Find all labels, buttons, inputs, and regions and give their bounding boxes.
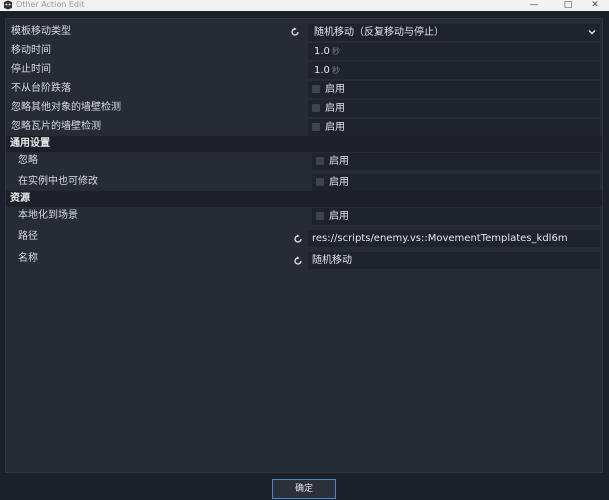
- template-type-dropdown[interactable]: 随机移动（反复移动与停止）: [308, 24, 600, 41]
- ignore-object-wall-label: 忽略其他对象的墙壁检测: [11, 102, 121, 113]
- close-button[interactable]: ✕: [581, 0, 609, 10]
- row-no-fall: 不从台阶跌落 启用: [6, 81, 602, 99]
- properties-panel: 模板移动类型 随机移动（反复移动与停止） 移动时间 1.0 秒 停止时间 1.0…: [5, 18, 603, 473]
- ignore-label: 忽略: [18, 155, 38, 166]
- minimize-button[interactable]: —: [520, 0, 548, 10]
- localize-to-scene-checkbox[interactable]: 启用: [312, 208, 600, 225]
- ignore-tile-wall-label: 忽略瓦片的墙壁检测: [11, 121, 101, 132]
- ignore-object-wall-check-label: 启用: [325, 103, 345, 114]
- checkbox-box: [312, 123, 320, 131]
- section-resource-title: 资源: [10, 193, 30, 204]
- row-ignore-tile-wall: 忽略瓦片的墙壁检测 启用: [6, 119, 602, 137]
- localize-to-scene-label: 本地化到场景: [18, 210, 78, 221]
- reset-icon[interactable]: [290, 27, 300, 37]
- row-stop-time: 停止时间 1.0 秒: [6, 62, 602, 80]
- window-title: Other Action Edit: [16, 0, 85, 9]
- ignore-checkbox[interactable]: 启用: [312, 153, 600, 170]
- path-value: res://scripts/enemy.vs::MovementTemplate…: [312, 233, 568, 244]
- ignore-check-label: 启用: [329, 156, 349, 167]
- path-label: 路径: [18, 231, 38, 242]
- ok-button[interactable]: 确定: [272, 479, 336, 499]
- ignore-tile-wall-check-label: 启用: [325, 122, 345, 133]
- name-label: 名称: [18, 253, 38, 264]
- stop-time-label: 停止时间: [11, 64, 51, 75]
- name-field[interactable]: 随机移动: [308, 252, 600, 269]
- reset-icon[interactable]: [293, 256, 303, 266]
- move-time-label: 移动时间: [11, 45, 51, 56]
- move-time-spinbox[interactable]: 1.0 秒: [308, 43, 600, 60]
- template-type-label: 模板移动类型: [11, 26, 71, 37]
- row-move-time: 移动时间 1.0 秒: [6, 43, 602, 61]
- move-time-unit: 秒: [332, 47, 340, 56]
- stop-time-value: 1.0: [314, 65, 330, 76]
- template-type-value: 随机移动（反复移动与停止）: [314, 27, 444, 38]
- checkbox-box: [316, 178, 324, 186]
- stop-time-unit: 秒: [332, 66, 340, 75]
- checkbox-box: [312, 104, 320, 112]
- stop-time-spinbox[interactable]: 1.0 秒: [308, 62, 600, 79]
- maximize-button[interactable]: □: [554, 0, 582, 10]
- ignore-object-wall-checkbox[interactable]: 启用: [308, 100, 600, 117]
- editable-in-instance-label: 在实例中也可修改: [18, 176, 98, 187]
- row-editable-in-instance: 在实例中也可修改 启用: [6, 174, 602, 192]
- checkbox-box: [312, 85, 320, 93]
- reset-icon[interactable]: [293, 234, 303, 244]
- editable-in-instance-check-label: 启用: [329, 177, 349, 188]
- checkbox-box: [316, 157, 324, 165]
- editable-in-instance-checkbox[interactable]: 启用: [312, 174, 600, 191]
- godot-app-icon: [4, 0, 12, 10]
- checkbox-box: [316, 212, 324, 220]
- row-path: 路径 res://scripts/enemy.vs::MovementTempl…: [6, 229, 602, 247]
- row-ignore-object-wall: 忽略其他对象的墙壁检测 启用: [6, 100, 602, 118]
- name-value: 随机移动: [312, 255, 352, 266]
- no-fall-checkbox[interactable]: 启用: [308, 81, 600, 98]
- move-time-value: 1.0: [314, 46, 330, 57]
- row-template-type: 模板移动类型 随机移动（反复移动与停止）: [6, 24, 602, 42]
- window-titlebar: Other Action Edit — □ ✕: [0, 0, 609, 11]
- localize-to-scene-check-label: 启用: [329, 211, 349, 222]
- chevron-down-icon: [588, 30, 596, 35]
- section-general-title: 通用设置: [10, 138, 50, 149]
- row-ignore: 忽略 启用: [6, 153, 602, 171]
- no-fall-check-label: 启用: [325, 84, 345, 95]
- row-localize-to-scene: 本地化到场景 启用: [6, 208, 602, 226]
- ignore-tile-wall-checkbox[interactable]: 启用: [308, 119, 600, 136]
- section-general-settings[interactable]: 通用设置: [6, 136, 602, 152]
- path-field[interactable]: res://scripts/enemy.vs::MovementTemplate…: [308, 230, 600, 247]
- section-resource[interactable]: 资源: [6, 191, 602, 207]
- row-name: 名称 随机移动: [6, 251, 602, 269]
- no-fall-label: 不从台阶跌落: [11, 83, 71, 94]
